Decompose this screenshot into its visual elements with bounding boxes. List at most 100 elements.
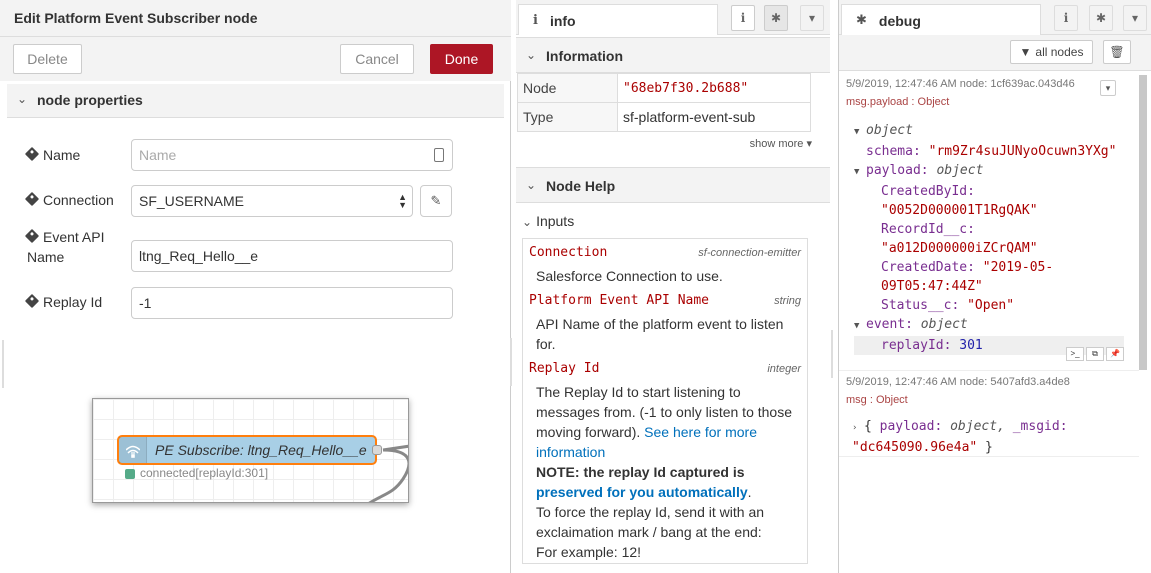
info-tabbar: i info i ✱ ▾	[516, 0, 830, 36]
info-table: Node "68eb7f30.2b688" Type sf-platform-e…	[517, 73, 811, 132]
help-replay-type: integer	[767, 363, 801, 375]
edit-tray: Edit Platform Event Subscriber node Dele…	[0, 0, 511, 573]
message-meta: 5/9/2019, 12:47:46 AM node: 5407afd3.a4d…	[846, 376, 1070, 388]
subscribe-icon	[119, 437, 147, 463]
help-box: Connection sf-connection-emitter Salesfo…	[522, 238, 808, 564]
debug-message: 5/9/2019, 12:47:46 AM node: 1cf639ac.043…	[846, 78, 1138, 368]
help-replay-desc: The Replay Id to start listening to mess…	[536, 384, 792, 560]
done-button[interactable]: Done	[430, 44, 493, 74]
information-link[interactable]: information	[536, 444, 605, 460]
debug-scrollbar[interactable]	[1139, 75, 1147, 370]
see-here-link[interactable]: See here for more	[644, 424, 757, 440]
pencil-icon: ✎	[430, 193, 442, 208]
chevron-down-icon: ⌄	[17, 92, 28, 106]
tag-icon	[24, 191, 40, 207]
pe-subscribe-node[interactable]: PE Subscribe: ltng_Req_Hello__e	[117, 435, 382, 465]
filter-icon: ▼	[1019, 45, 1032, 59]
debug-panel: ✱ debug i ✱ ▾ ▼ all nodes 🗑 5/9/2019, 12:…	[838, 0, 1151, 573]
connection-value: SF_USERNAME	[139, 193, 245, 209]
tab-menu-button[interactable]: ▾	[1123, 5, 1147, 31]
node-properties-section[interactable]: ⌄ node properties	[7, 84, 504, 118]
help-pe-type: string	[774, 295, 801, 307]
copy-value-icon[interactable]: ⧉	[1086, 347, 1104, 361]
tab-info[interactable]: i info	[518, 4, 718, 36]
tag-icon	[24, 293, 40, 309]
replay-id-value: -1	[139, 295, 152, 311]
debug-toolbar: ▼ all nodes 🗑	[839, 35, 1151, 71]
help-connection-desc: Salesforce Connection to use.	[536, 268, 723, 284]
clear-button[interactable]: 🗑	[1103, 40, 1131, 64]
tab-menu-button[interactable]: ▾	[800, 5, 824, 31]
debug-tab-button[interactable]: ✱	[1089, 5, 1113, 31]
section-label: node properties	[37, 92, 143, 108]
node-value: "68eb7f30.2b688"	[617, 73, 811, 103]
delete-button[interactable]: Delete	[13, 44, 82, 74]
info-tab-button[interactable]: i	[1054, 5, 1078, 31]
output-port[interactable]	[372, 445, 382, 455]
name-placeholder: Name	[139, 147, 177, 163]
copy-path-icon[interactable]: >_	[1066, 347, 1084, 361]
event-api-value: ltng_Req_Hello__e	[139, 248, 259, 264]
event-api-label: Event API Name	[24, 227, 104, 267]
event-api-input[interactable]: ltng_Req_Hello__e	[131, 240, 453, 272]
inputs-toggle[interactable]: ⌄ Inputs	[522, 213, 574, 229]
debug-tab-button[interactable]: ✱	[764, 5, 788, 31]
message-divider	[839, 370, 1139, 371]
tray-title: Edit Platform Event Subscriber node	[14, 10, 258, 26]
row-tools: >_ ⧉ 📌	[1066, 347, 1124, 361]
filter-button[interactable]: ▼ all nodes	[1010, 40, 1093, 64]
name-input[interactable]: Name	[131, 139, 453, 171]
help-pe-desc: API Name of the platform event to listen…	[536, 316, 784, 352]
info-icon: i	[533, 13, 538, 28]
pin-icon[interactable]: 📌	[1106, 347, 1124, 361]
replay-id-input[interactable]: -1	[131, 287, 453, 319]
resize-handle[interactable]	[2, 340, 4, 388]
connection-label: Connection	[24, 190, 114, 210]
type-value: sf-platform-event-sub	[617, 102, 811, 132]
bug-icon: ✱	[770, 11, 782, 25]
message-topic: msg : Object	[846, 394, 908, 406]
message-meta: 5/9/2019, 12:47:46 AM node: 1cf639ac.043…	[846, 78, 1075, 90]
type-key: Type	[517, 102, 618, 132]
information-section[interactable]: ⌄ Information	[516, 37, 830, 73]
tab-debug[interactable]: ✱ debug	[841, 4, 1041, 36]
list-icon	[434, 148, 444, 162]
node-help-section[interactable]: ⌄ Node Help	[516, 167, 830, 203]
message-summary[interactable]: ›{ payload: object, _msgid: "dc645090.96…	[852, 417, 1068, 457]
connection-select[interactable]: SF_USERNAME ▲ ▼	[131, 185, 413, 217]
message-menu-button[interactable]: ▾	[1100, 80, 1116, 96]
node-preview: PE Subscribe: ltng_Req_Hello__e connecte…	[92, 398, 409, 503]
tray-header: Edit Platform Event Subscriber node	[0, 0, 511, 37]
replay-id-label: Replay Id	[24, 292, 102, 312]
info-content: ⌄ Information Node "68eb7f30.2b688" Type…	[516, 35, 830, 573]
node-label: PE Subscribe: ltng_Req_Hello__e	[155, 442, 367, 458]
status-text: connected[replayId:301]	[140, 466, 269, 480]
chevron-down-icon: ⌄	[526, 178, 537, 192]
status-dot	[125, 469, 135, 479]
message-topic: msg.payload : Object	[846, 96, 950, 108]
bug-icon: ✱	[856, 13, 867, 28]
table-row: Type sf-platform-event-sub	[517, 102, 811, 132]
name-label: Name	[24, 145, 80, 165]
chevron-down-icon: ⌄	[526, 48, 537, 62]
debug-message: 5/9/2019, 12:47:46 AM node: 5407afd3.a4d…	[846, 376, 1138, 456]
help-pe-name: Platform Event API Name	[529, 293, 710, 308]
info-panel: i info i ✱ ▾ ⌄ Information Node "68eb7f3…	[516, 0, 830, 573]
help-connection-type: sf-connection-emitter	[698, 247, 801, 259]
show-more-link[interactable]: show more ▾	[750, 137, 812, 150]
properties-form: Name Name Connection SF_USERNAME ▲ ▼ ✎ Ev…	[7, 118, 504, 573]
splitter-handle[interactable]	[831, 330, 833, 378]
trash-icon: 🗑	[1109, 45, 1125, 59]
debug-tabbar: ✱ debug i ✱ ▾	[839, 0, 1151, 36]
caret-down-icon: ▾	[808, 11, 816, 25]
tray-toolbar: Delete Cancel Done	[0, 37, 511, 81]
edit-connection-button[interactable]: ✎	[420, 185, 452, 217]
splitter-handle[interactable]	[510, 338, 512, 386]
message-divider	[839, 456, 1139, 457]
payload-tree[interactable]: ▼ object schema: "rm9Zr4suJUNyoOcuwn3YXg"…	[854, 121, 1124, 355]
info-tab-button[interactable]: i	[731, 5, 755, 31]
chevron-down-icon: ⌄	[522, 215, 533, 229]
cancel-button[interactable]: Cancel	[340, 44, 414, 74]
tag-icon	[24, 228, 40, 244]
select-arrows-icon: ▲ ▼	[398, 192, 407, 210]
